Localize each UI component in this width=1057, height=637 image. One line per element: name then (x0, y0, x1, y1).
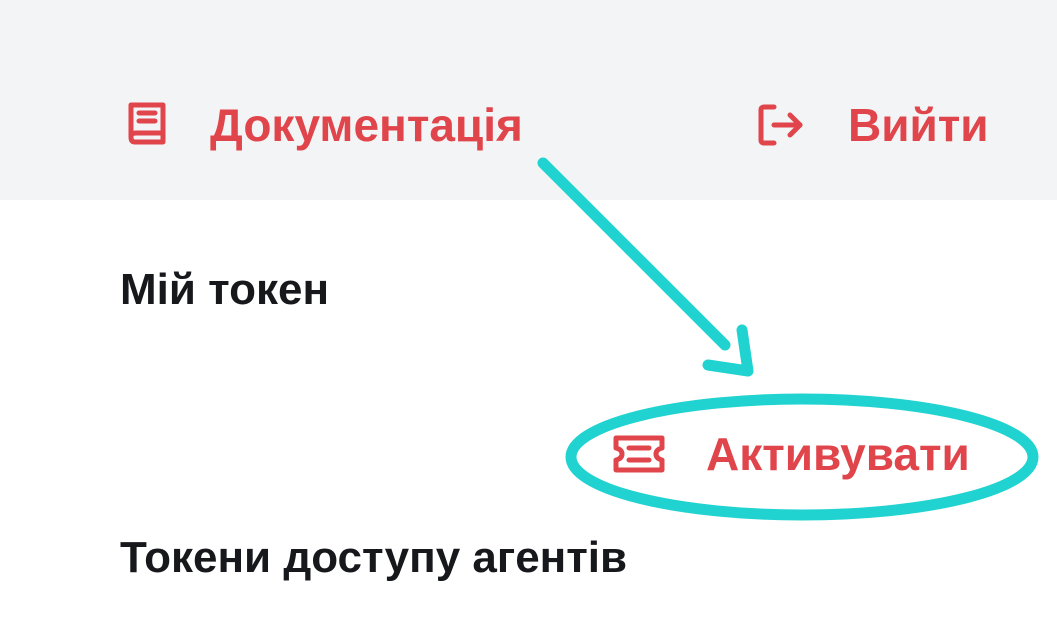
annotation-arrow-head (702, 324, 754, 377)
documentation-link-label: Документація (210, 99, 523, 151)
documentation-link[interactable]: Документація (122, 98, 523, 152)
logout-icon (754, 99, 808, 151)
activate-token-label: Активувати (706, 428, 970, 480)
ticket-icon (608, 428, 670, 480)
agent-access-tokens-section-title: Токени доступу агентів (120, 533, 628, 582)
my-token-section-title: Мій токен (120, 265, 330, 314)
logout-link[interactable]: Вийти (754, 98, 989, 152)
logout-link-label: Вийти (848, 99, 989, 151)
book-icon (122, 99, 174, 151)
activate-token-button[interactable]: Активувати (608, 426, 970, 482)
